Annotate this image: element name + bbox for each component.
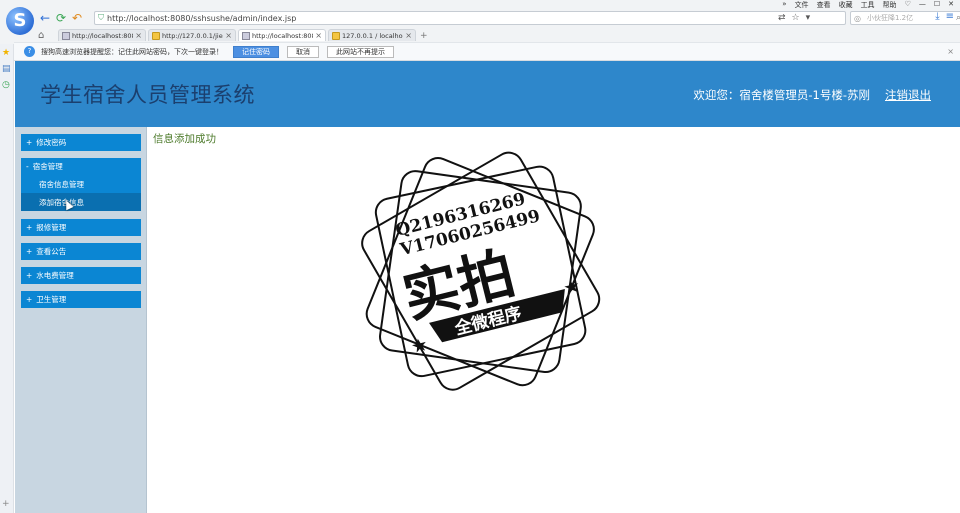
sidebar-group-dorm: - 宿舍管理 宿舍信息管理 添加宿舍信息 — [21, 158, 141, 211]
menu-view[interactable]: 查看 — [817, 0, 831, 10]
reader-icon[interactable]: ⇄ — [778, 13, 786, 23]
app-header: 学生宿舍人员管理系统 欢迎您：宿舍楼管理员-1号楼-苏刚 注销退出 — [15, 61, 960, 127]
menu-file[interactable]: 文件 — [795, 0, 809, 10]
menu-tools[interactable]: 工具 — [861, 0, 875, 10]
php-icon — [152, 31, 160, 40]
menu-icon[interactable]: ≡ — [946, 11, 954, 22]
download-icon[interactable]: ⤓ — [935, 11, 939, 22]
undo-icon[interactable]: ↶ — [70, 11, 84, 25]
plus-icon: + — [26, 271, 33, 280]
navigation-bar: ← ⟳ ↶ ⛉ http://localhost:8080/sshsushe/a… — [38, 10, 960, 26]
close-tab-icon[interactable]: × — [135, 31, 142, 40]
toolbar-right: ⤓ ≡ — [935, 11, 954, 22]
sidebar-item-change-password[interactable]: + 修改密码 — [21, 134, 141, 151]
remember-password-button[interactable]: 记住密码 — [233, 45, 279, 58]
tab-3-active[interactable]: http://localhost:8080/ × — [238, 29, 326, 41]
close-tab-icon[interactable]: × — [405, 31, 412, 40]
app-title: 学生宿舍人员管理系统 — [40, 83, 255, 107]
browser-logo-icon: S — [6, 7, 34, 35]
new-tab-icon[interactable]: + — [420, 31, 428, 41]
address-text: http://localhost:8080/sshsushe/admin/ind… — [107, 13, 297, 23]
bookmark-list-icon[interactable]: ▤ — [2, 64, 11, 74]
page-icon — [242, 31, 250, 40]
menu-help[interactable]: 帮助 — [883, 0, 897, 10]
password-prompt-bar: ? 搜狗高速浏览器提醒您：记住此网站密码，下次一键登录！ 记住密码 取消 此网站… — [14, 42, 960, 60]
add-panel-icon[interactable]: + — [2, 499, 10, 509]
cancel-button[interactable]: 取消 — [287, 45, 319, 58]
plus-icon: + — [26, 138, 33, 147]
tab-1[interactable]: http://localhost:8080/ × — [58, 29, 146, 41]
sidebar-subitem-dorm-info[interactable]: 宿舍信息管理 — [21, 175, 141, 193]
minus-icon: - — [26, 162, 29, 171]
sidebar-item-dorm-management[interactable]: - 宿舍管理 — [21, 158, 141, 175]
logout-link[interactable]: 注销退出 — [885, 87, 931, 103]
menu-favorites[interactable]: 收藏 — [839, 0, 853, 10]
plus-icon: + — [26, 247, 33, 256]
close-window-icon[interactable]: ✕ — [948, 0, 954, 10]
browser-chrome: S » 文件 查看 收藏 工具 帮助 ♡ — ☐ ✕ ← ⟳ ↶ ⛉ http:… — [0, 0, 960, 61]
lightbulb-icon: ? — [24, 46, 35, 57]
home-icon[interactable]: ⌂ — [38, 30, 50, 41]
search-engine-icon: ◎ — [854, 13, 861, 23]
tab-2[interactable]: http://127.0.0.1/jiemian × — [148, 29, 236, 41]
favorites-star-icon[interactable]: ★ — [2, 48, 10, 58]
minimize-icon[interactable]: — — [919, 0, 926, 10]
close-icon[interactable]: × — [947, 47, 954, 56]
tab-strip: ⌂ http://localhost:8080/ × http://127.0.… — [38, 28, 960, 41]
sidebar-item-repair[interactable]: + 报修管理 — [21, 219, 141, 236]
history-clock-icon[interactable]: ◷ — [2, 80, 10, 90]
secure-shield-icon: ⛉ — [98, 13, 104, 22]
sidebar: + 修改密码 - 宿舍管理 宿舍信息管理 添加宿舍信息 + 报修管理 + 查看公… — [15, 127, 147, 513]
page-icon — [62, 31, 70, 40]
tab-4[interactable]: 127.0.0.1 / localhost / × — [328, 29, 416, 41]
plus-icon: + — [26, 223, 33, 232]
maximize-icon[interactable]: ☐ — [934, 0, 940, 10]
never-prompt-button[interactable]: 此网站不再提示 — [327, 45, 394, 58]
address-actions: ⇄ ☆ ▾ — [778, 13, 810, 23]
password-prompt-message: 搜狗高速浏览器提醒您：记住此网站密码，下次一键登录！ — [41, 47, 223, 56]
sidebar-item-hygiene[interactable]: + 卫生管理 — [21, 291, 141, 308]
browser-side-strip: ★ ▤ ◷ + — [0, 44, 14, 513]
address-bar[interactable]: ⛉ http://localhost:8080/sshsushe/admin/i… — [94, 11, 846, 25]
menu-expand-icon[interactable]: » — [782, 0, 786, 10]
sidebar-subitem-add-dorm[interactable]: 添加宿舍信息 — [21, 193, 141, 211]
close-tab-icon[interactable]: × — [225, 31, 232, 40]
star-right-icon: ★ — [562, 276, 581, 298]
refresh-icon[interactable]: ⟳ — [54, 11, 68, 25]
sidebar-item-utilities[interactable]: + 水电费管理 — [21, 267, 141, 284]
status-message: 信息添加成功 — [153, 133, 216, 145]
browser-menu: » 文件 查看 收藏 工具 帮助 ♡ — ☐ ✕ — [782, 0, 960, 10]
sidebar-item-notice[interactable]: + 查看公告 — [21, 243, 141, 260]
search-placeholder: 小伙狂降1.2亿 — [867, 14, 914, 22]
close-tab-icon[interactable]: × — [315, 31, 322, 40]
skin-icon[interactable]: ♡ — [905, 0, 911, 10]
main-content: 信息添加成功 Q2196316269 V17060256499 实拍 全微程序 … — [148, 127, 960, 513]
welcome-text: 欢迎您：宿舍楼管理员-1号楼-苏刚 — [693, 88, 870, 102]
php-icon — [332, 31, 340, 40]
star-icon[interactable]: ☆ — [792, 13, 800, 23]
watermark-stamp: Q2196316269 V17060256499 实拍 全微程序 ★ ★ — [361, 151, 601, 391]
chevron-down-icon[interactable]: ▾ — [806, 13, 811, 23]
plus-icon: + — [26, 295, 33, 304]
star-left-icon: ★ — [410, 334, 429, 356]
search-icon[interactable]: ⌕ — [956, 13, 960, 23]
back-icon[interactable]: ← — [38, 11, 52, 25]
